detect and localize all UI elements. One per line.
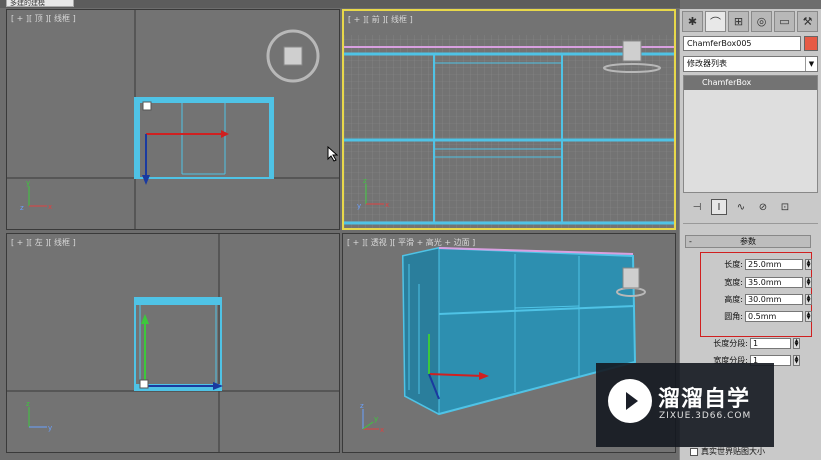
- viewport-top[interactable]: y x z [ + ][ 顶 ][ 线框 ]: [6, 9, 340, 230]
- viewport-left-canvas: z y: [7, 234, 339, 452]
- modifier-stack: ChamferBox: [683, 75, 818, 193]
- play-icon: [626, 392, 638, 410]
- watermark-logo-icon: [608, 379, 652, 423]
- svg-text:y: y: [357, 202, 361, 210]
- watermark-cn: 溜溜自学: [658, 387, 751, 412]
- viewport-top-canvas: y x z: [7, 10, 339, 229]
- viewport-front-canvas: z x y: [344, 35, 674, 228]
- param-width-row: 宽度:: [700, 277, 743, 289]
- param-fillet-row: 圆角:: [700, 311, 743, 323]
- svg-text:z: z: [20, 204, 24, 212]
- utilities-icon[interactable]: ⚒: [797, 11, 818, 32]
- svg-text:x: x: [380, 426, 384, 434]
- param-width-input[interactable]: 35.0mm: [745, 277, 803, 288]
- viewport-perspective-label[interactable]: [ + ][ 透视 ][ 平滑 + 高光 + 边面 ]: [347, 237, 475, 248]
- watermark: 溜溜自学 ZIXUE.3D66.COM: [596, 363, 774, 447]
- create-icon[interactable]: ✱: [682, 11, 703, 32]
- svg-text:y: y: [374, 415, 378, 423]
- param-width-spinner[interactable]: ▲ ▼: [805, 277, 812, 288]
- object-name-field[interactable]: ChamferBox005: [683, 36, 801, 51]
- collapse-icon: -: [689, 237, 692, 246]
- param-height-label: 高度:: [724, 295, 743, 304]
- top-strip: 多建的建模: [0, 0, 680, 8]
- svg-text:z: z: [363, 177, 367, 185]
- stack-tools: ⊣ Ⅰ ∿ ⊘ ⊡: [683, 197, 818, 217]
- modifier-list-dropdown[interactable]: 修改器列表 ▼: [683, 56, 818, 72]
- param-length-spinner[interactable]: ▲ ▼: [805, 259, 812, 270]
- svg-text:y: y: [26, 179, 30, 187]
- pin-stack-icon[interactable]: ⊣: [689, 199, 705, 215]
- stack-item-chamferbox[interactable]: ChamferBox: [684, 76, 817, 90]
- mouse-cursor-icon: [327, 146, 339, 162]
- real-world-map-label: 真实世界贴图大小: [701, 447, 765, 456]
- param-fillet-input[interactable]: 0.5mm: [745, 311, 803, 322]
- svg-text:z: z: [26, 400, 30, 408]
- viewport-top-label[interactable]: [ + ][ 顶 ][ 线框 ]: [11, 13, 76, 24]
- param-length-row: 长度:: [700, 259, 743, 271]
- viewport-front[interactable]: z x y [ + ][ 前 ][ 线框 ]: [342, 9, 676, 230]
- svg-text:z: z: [360, 402, 364, 410]
- remove-modifier-icon[interactable]: ⊘: [755, 199, 771, 215]
- svg-text:y: y: [48, 424, 52, 432]
- modifier-list-label: 修改器列表: [687, 59, 727, 68]
- param-height-spinner[interactable]: ▲ ▼: [805, 294, 812, 305]
- chevron-down-icon[interactable]: ▼: [805, 57, 817, 71]
- motion-icon[interactable]: ◎: [751, 11, 772, 32]
- object-color-swatch[interactable]: [804, 36, 818, 51]
- seg-length-spinner[interactable]: ▲ ▼: [793, 338, 800, 349]
- seg-length-label: 长度分段:: [713, 339, 748, 348]
- param-fillet-spinner[interactable]: ▲ ▼: [805, 311, 812, 322]
- param-length-label: 长度:: [724, 260, 743, 269]
- modify-icon[interactable]: ⌒: [705, 11, 726, 32]
- viewport-front-label[interactable]: [ + ][ 前 ][ 线框 ]: [348, 14, 413, 25]
- command-panel-tabs: ✱ ⌒ ⊞ ◎ ▭ ⚒: [682, 11, 818, 33]
- show-end-result-icon[interactable]: Ⅰ: [711, 199, 727, 215]
- document-tab[interactable]: 多建的建模: [6, 0, 74, 7]
- viewport-left[interactable]: z y [ + ][ 左 ][ 线框 ]: [6, 233, 340, 453]
- svg-text:x: x: [48, 203, 52, 211]
- params-rollout-title: 参数: [740, 237, 756, 246]
- param-height-row: 高度:: [700, 294, 743, 306]
- param-fillet-label: 圆角:: [724, 312, 743, 321]
- param-length-input[interactable]: 25.0mm: [745, 259, 803, 270]
- panel-divider: [683, 223, 818, 224]
- param-height-input[interactable]: 30.0mm: [745, 294, 803, 305]
- param-width-label: 宽度:: [724, 278, 743, 287]
- seg-length-row: 长度分段:: [686, 338, 748, 350]
- real-world-map-checkbox[interactable]: [690, 447, 698, 456]
- hierarchy-icon[interactable]: ⊞: [728, 11, 749, 32]
- seg-length-input[interactable]: 1: [750, 338, 791, 349]
- 3dsmax-window: 多建的建模 y x z [ + ][ 顶 ][ 线框 ] z x y [+]…: [0, 0, 821, 460]
- make-unique-icon[interactable]: ∿: [733, 199, 749, 215]
- svg-text:x: x: [385, 201, 389, 209]
- watermark-en: ZIXUE.3D66.COM: [659, 411, 752, 421]
- real-world-map-checkbox-row[interactable]: 真实世界贴图大小: [690, 446, 765, 457]
- configure-sets-icon[interactable]: ⊡: [777, 199, 793, 215]
- seg-width-spinner[interactable]: ▲ ▼: [793, 355, 800, 366]
- viewport-left-label[interactable]: [ + ][ 左 ][ 线框 ]: [11, 237, 76, 248]
- params-rollout-header[interactable]: - 参数: [685, 235, 811, 248]
- display-icon[interactable]: ▭: [774, 11, 795, 32]
